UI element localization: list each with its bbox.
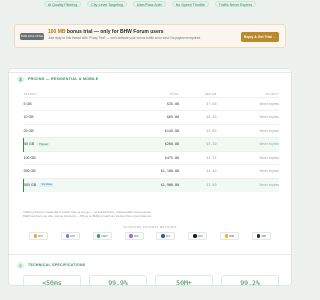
specs-header: ≡ TECHNICAL SPECIFICATIONS xyxy=(17,261,85,269)
traffic-cell: 25 GB xyxy=(23,123,121,138)
traffic-cell: 50 GB Popular xyxy=(22,137,121,151)
stat-latency: <50ms xyxy=(23,275,81,287)
traffic-cell: 100 GB xyxy=(23,150,121,165)
xlm-icon xyxy=(193,234,197,238)
traffic-value: 50 GB xyxy=(24,142,35,147)
usdt-icon xyxy=(96,234,101,238)
traffic-cell: 10 GB xyxy=(23,110,121,124)
table-row-popular[interactable]: 50 GB Popular $260.00 $5.20 Never expires xyxy=(22,137,279,151)
coin-usdt: USDT xyxy=(92,232,112,240)
per-gb-cell: $4.75 xyxy=(179,150,217,165)
btc-icon xyxy=(33,234,38,238)
coin-xrp: XRP xyxy=(251,232,271,240)
divider xyxy=(9,72,291,73)
stat-success-rate: 99.2% xyxy=(221,275,279,287)
traffic-cell: 250 GB xyxy=(23,164,121,178)
table-row[interactable]: 5 GB $35.00 $7.00 Never expires xyxy=(23,96,279,111)
coin-label: LTC xyxy=(165,234,171,238)
pricing-header: $ PRICING — RESIDENTIAL & MOBILE xyxy=(17,75,98,83)
stat-ip-pool: 50M+ xyxy=(155,275,213,287)
validity-cell: Never expires xyxy=(216,177,279,192)
coin-label: SOL xyxy=(133,234,139,238)
total-cell: $35.00 xyxy=(120,96,180,111)
coin-label: XRP xyxy=(261,234,267,238)
total-cell: $1,100.00 xyxy=(120,164,180,178)
traffic-cell: 5 GB xyxy=(23,96,121,111)
sol-icon xyxy=(129,234,133,238)
pricing-note-line: BHW members: we offer volume discounts —… xyxy=(23,214,152,218)
table-row[interactable]: 25 GB $145.00 $5.80 Never expires xyxy=(23,123,279,138)
per-gb-cell: $3.80 xyxy=(179,177,217,192)
top-value-tag: Top Value xyxy=(39,183,55,187)
trial-description: Just reply to this thread with "Proxy Tr… xyxy=(48,36,202,40)
feature-badges: AI Quality Filtering City-Level Targetin… xyxy=(0,0,300,8)
validity-cell: Never expires xyxy=(216,137,279,151)
pricing-table: TRAFFIC TOTAL PER GB VALIDITY 5 GB $35.0… xyxy=(22,91,279,192)
total-cell: $1,900.00 xyxy=(120,177,180,192)
payment-methods-label: ACCEPTED PAYMENT METHODS xyxy=(123,225,177,229)
validity-cell: Never expires xyxy=(216,164,279,178)
reply-trial-button[interactable]: Reply & Get Trial → xyxy=(241,32,279,42)
coin-label: ETH xyxy=(70,234,75,238)
per-gb-cell: $7.00 xyxy=(179,96,217,111)
pricing-card: $ PRICING — RESIDENTIAL & MOBILE TRAFFIC… xyxy=(8,68,292,287)
coin-bnb: BNB xyxy=(220,232,240,240)
trial-title: 100 MB bonus trial — only for BHW Forum … xyxy=(48,29,164,35)
stat-uptime: 99.9% xyxy=(89,275,147,287)
coin-ltc: LTC xyxy=(156,232,176,240)
dollar-icon: $ xyxy=(17,75,24,83)
coin-eth: ETH xyxy=(60,232,80,240)
exclusive-tag: BHW EXCLUSIVE xyxy=(20,33,44,40)
feature-badge: User/Pass Auth xyxy=(132,1,166,7)
traffic-value: 500 GB xyxy=(24,183,37,187)
feature-badge: AI Quality Filtering xyxy=(43,1,82,7)
total-cell: $475.00 xyxy=(120,150,180,165)
coin-label: BNB xyxy=(229,234,235,238)
validity-cell: Never expires xyxy=(216,110,279,124)
table-row-top-value[interactable]: 500 GB Top Value $1,900.00 $3.80 Never ex… xyxy=(22,177,279,192)
total-cell: $260.00 xyxy=(120,137,180,151)
table-row[interactable]: 250 GB $1,100.00 $4.40 Never expires xyxy=(23,164,279,178)
pricing-note: Unified pricing for residential & mobile… xyxy=(23,210,273,218)
eth-icon xyxy=(65,234,70,238)
coin-label: BTC xyxy=(38,234,44,238)
bnb-icon xyxy=(224,234,229,238)
trial-title-text: bonus trial — only for BHW Forum users xyxy=(65,29,164,35)
table-row[interactable]: 10 GB $65.00 $6.50 Never expires xyxy=(23,110,279,124)
divider xyxy=(9,254,291,255)
trial-banner: BHW EXCLUSIVE 100 MB bonus trial — only … xyxy=(14,24,286,48)
per-gb-cell: $4.40 xyxy=(179,164,217,178)
specs-icon: ≡ xyxy=(17,261,24,269)
trial-amount: 100 MB xyxy=(48,29,66,35)
specs-title: TECHNICAL SPECIFICATIONS xyxy=(28,263,86,267)
validity-cell: Never expires xyxy=(216,96,279,111)
pricing-title: PRICING — RESIDENTIAL & MOBILE xyxy=(28,77,99,81)
coin-label: USDT xyxy=(101,234,108,238)
feature-badge: No Speed Throttle xyxy=(171,1,209,7)
feature-badge: Traffic Never Expires xyxy=(214,1,257,7)
feature-badge: City-Level Targeting xyxy=(87,1,127,7)
per-gb-cell: $5.20 xyxy=(179,137,217,151)
coin-xlm: XLM xyxy=(188,232,208,240)
payment-methods: BTC ETH USDT SOL LTC XLM BNB XRP xyxy=(29,232,271,240)
validity-cell: Never expires xyxy=(216,123,279,138)
spec-stats: <50ms 99.9% 50M+ 99.2% xyxy=(23,275,279,287)
coin-label: XLM xyxy=(197,234,203,238)
coin-sol: SOL xyxy=(124,232,144,240)
total-cell: $145.00 xyxy=(120,123,180,138)
ltc-icon xyxy=(161,234,165,238)
validity-cell: Never expires xyxy=(216,150,279,165)
table-row[interactable]: 100 GB $475.00 $4.75 Never expires xyxy=(23,150,279,165)
per-gb-cell: $6.50 xyxy=(179,110,217,124)
xrp-icon xyxy=(256,234,261,238)
total-cell: $65.00 xyxy=(120,110,180,124)
coin-btc: BTC xyxy=(29,232,48,240)
popular-tag: Popular xyxy=(37,142,50,147)
per-gb-cell: $5.80 xyxy=(179,123,217,138)
traffic-cell: 500 GB Top Value xyxy=(22,177,121,192)
